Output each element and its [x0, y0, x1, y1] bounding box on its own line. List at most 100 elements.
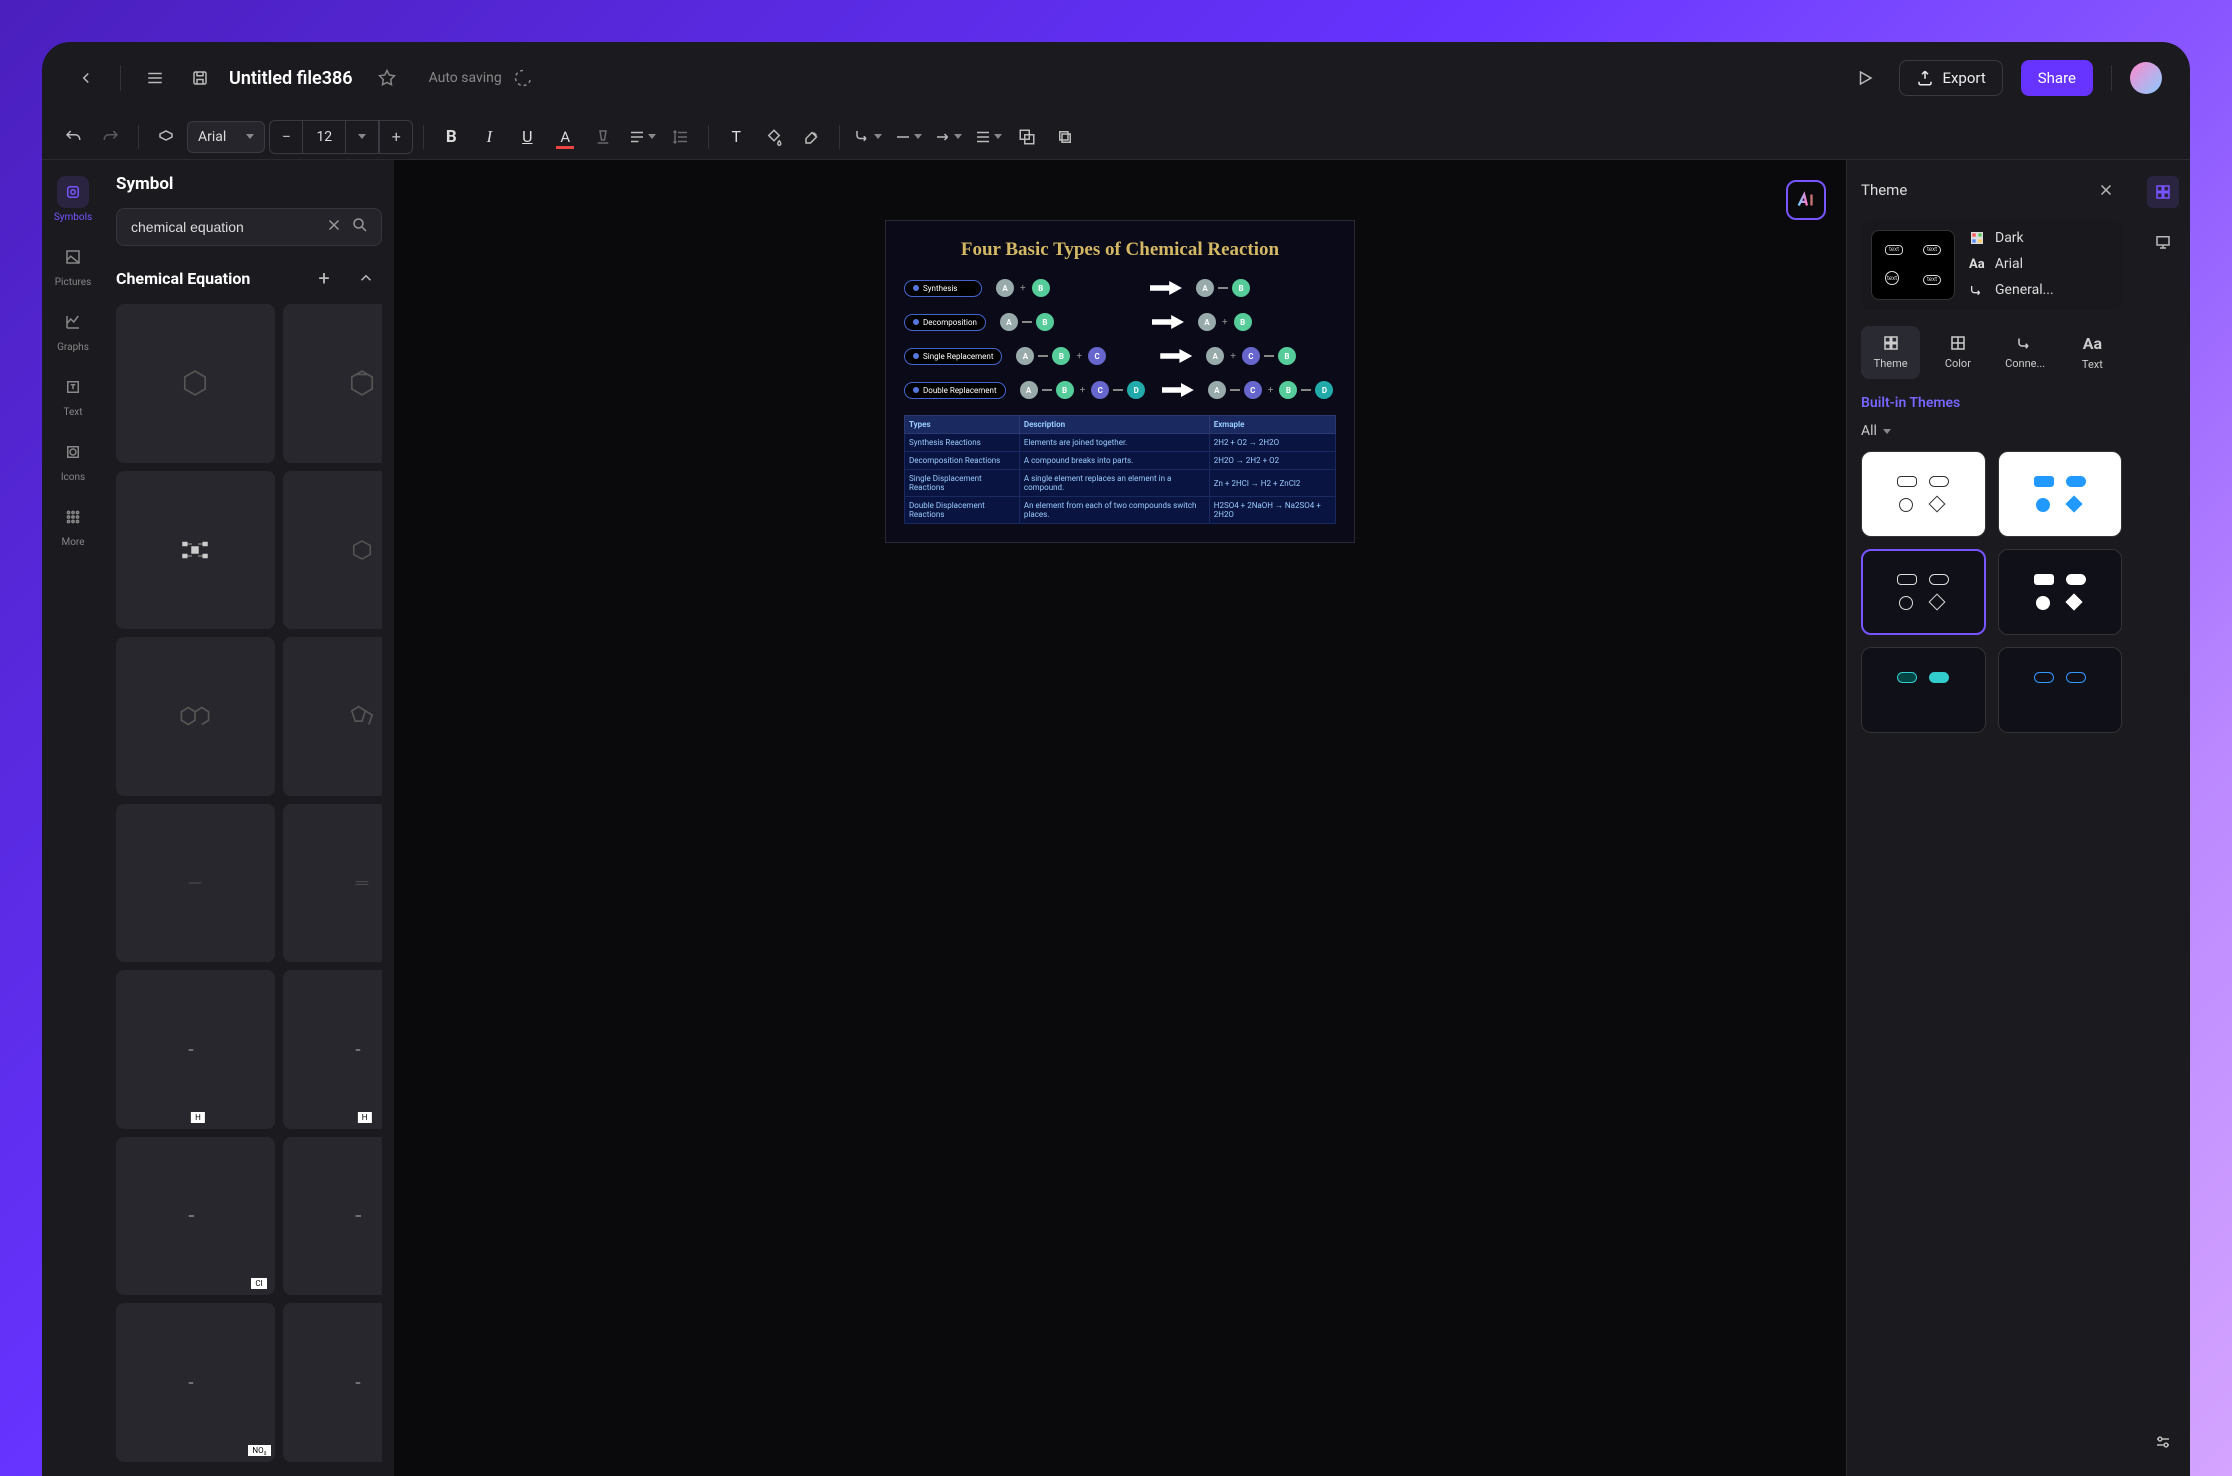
symbol-NO2[interactable]: NO₂	[116, 1303, 275, 1462]
settings-button[interactable]	[2147, 1426, 2179, 1458]
play-button[interactable]	[1849, 62, 1881, 94]
panel-title: Symbol	[116, 174, 382, 194]
line-height-button[interactable]	[664, 120, 698, 154]
theme-font: Arial	[1995, 256, 2023, 272]
underline-button[interactable]: U	[510, 120, 544, 154]
align-button[interactable]	[624, 120, 660, 154]
font-select[interactable]: Arial	[187, 121, 265, 153]
symbol-grid: CH3 H H O Cl I Br OH NO₂ NH₂ NH CH₃	[116, 304, 382, 1462]
rail-more[interactable]: More	[57, 501, 89, 548]
arrow-style-button[interactable]	[930, 120, 966, 154]
rail-text[interactable]: Text	[57, 371, 89, 418]
user-avatar[interactable]	[2130, 62, 2162, 94]
category-title: Chemical Equation	[116, 269, 250, 288]
redo-button[interactable]	[94, 120, 128, 154]
file-title: Untitled file386	[229, 68, 353, 89]
symbol-ring2[interactable]	[283, 637, 382, 796]
layers-button[interactable]	[1010, 120, 1044, 154]
format-painter-button[interactable]	[149, 120, 183, 154]
search-input[interactable]	[129, 218, 317, 236]
theme-dark-outline[interactable]	[1861, 549, 1986, 635]
theme-dark-filled[interactable]	[1998, 549, 2123, 635]
left-rail: Symbols Pictures Graphs Text Icons More	[42, 160, 104, 1476]
clear-icon[interactable]	[325, 216, 343, 238]
list-button[interactable]	[970, 120, 1006, 154]
text-tool-button[interactable]: T	[719, 120, 753, 154]
ai-badge[interactable]	[1786, 180, 1826, 220]
reaction-decomposition[interactable]: Decomposition AB A+B	[904, 313, 1336, 331]
symbol-ring1[interactable]	[116, 637, 275, 796]
theme-white-outline[interactable]	[1861, 451, 1986, 537]
highlight-button[interactable]	[795, 120, 829, 154]
document[interactable]: Four Basic Types of Chemical Reaction Sy…	[885, 220, 1355, 543]
share-button[interactable]: Share	[2021, 60, 2093, 96]
theme-panel-title: Theme	[1861, 181, 1907, 199]
decrease-size[interactable]: −	[269, 120, 303, 154]
reaction-single-replacement[interactable]: Single Replacement AB+C A+CB	[904, 347, 1336, 365]
symbol-panel: Symbol Chemical Equation + CH3 H H O Cl	[104, 160, 394, 1476]
menu-button[interactable]	[139, 62, 171, 94]
arrow-icon	[1160, 349, 1192, 363]
connector-button[interactable]	[850, 120, 886, 154]
favorite-button[interactable]	[371, 62, 403, 94]
symbol-hexagon[interactable]	[116, 304, 275, 463]
save-icon[interactable]	[189, 67, 211, 89]
builtin-themes-title: Built-in Themes	[1861, 395, 2122, 411]
export-button[interactable]: Export	[1899, 60, 2002, 96]
reactions-table: TypesDescriptionExmaple Synthesis Reacti…	[904, 415, 1336, 524]
symbol-hexagon3[interactable]	[283, 471, 382, 630]
tab-theme[interactable]: Theme	[1861, 326, 1920, 379]
theme-dark-teal[interactable]	[1861, 647, 1986, 733]
search-icon[interactable]	[351, 216, 369, 238]
symbol-structure2[interactable]	[116, 471, 275, 630]
fill-color-button[interactable]	[757, 120, 791, 154]
symbol-line1[interactable]	[116, 804, 275, 963]
tab-color[interactable]: Color	[1928, 326, 1987, 379]
theme-connector: General...	[1995, 282, 2054, 298]
tab-connector[interactable]: Conne...	[1996, 326, 2055, 379]
add-category-button[interactable]: +	[308, 262, 340, 294]
theme-filter[interactable]: All	[1861, 423, 2122, 439]
canvas[interactable]: Four Basic Types of Chemical Reaction Sy…	[394, 160, 1846, 1476]
tab-text[interactable]: AaText	[2063, 326, 2122, 379]
present-button[interactable]	[2147, 226, 2179, 258]
duplicate-button[interactable]	[1048, 120, 1082, 154]
symbol-search[interactable]	[116, 208, 382, 246]
rail-graphs[interactable]: Graphs	[57, 306, 89, 353]
italic-button[interactable]: I	[472, 120, 506, 154]
line-style-button[interactable]	[890, 120, 926, 154]
arrow-icon	[1152, 315, 1184, 329]
reaction-synthesis[interactable]: Synthesis A+B AB	[904, 279, 1336, 297]
theme-panel: Theme text text text text Dark AaArial G…	[1846, 160, 2136, 1476]
reaction-double-replacement[interactable]: Double Replacement AB+CD AC+BD	[904, 381, 1336, 399]
close-panel-button[interactable]	[2090, 174, 2122, 206]
font-size-stepper[interactable]: − 12 +	[269, 120, 413, 154]
collapse-button[interactable]	[350, 262, 382, 294]
symbol-I[interactable]: I	[283, 1137, 382, 1296]
apps-button[interactable]	[2147, 176, 2179, 208]
rail-icons[interactable]: Icons	[57, 436, 89, 483]
undo-button[interactable]	[56, 120, 90, 154]
autosave-status: Auto saving	[429, 69, 532, 87]
theme-name: Dark	[1995, 230, 2024, 246]
theme-white-blue[interactable]	[1998, 451, 2123, 537]
increase-size[interactable]: +	[379, 120, 413, 154]
text-style-button[interactable]	[586, 120, 620, 154]
current-theme-preview: text text text text Dark AaArial General…	[1861, 220, 2122, 310]
text-color-button[interactable]: A	[548, 120, 582, 154]
back-button[interactable]	[70, 62, 102, 94]
size-dropdown[interactable]	[345, 120, 379, 154]
rail-symbols[interactable]: Symbols	[54, 176, 92, 223]
symbol-Cl[interactable]: Cl	[116, 1137, 275, 1296]
symbol-H[interactable]: H	[116, 970, 275, 1129]
bold-button[interactable]: B	[434, 120, 468, 154]
symbol-hexagon2[interactable]	[283, 304, 382, 463]
symbol-H2[interactable]: H	[283, 970, 382, 1129]
doc-title: Four Basic Types of Chemical Reaction	[904, 239, 1336, 261]
theme-dark-blue[interactable]	[1998, 647, 2123, 733]
symbol-NH2[interactable]: NH₂	[283, 1303, 382, 1462]
symbol-line2[interactable]	[283, 804, 382, 963]
rail-pictures[interactable]: Pictures	[55, 241, 92, 288]
right-rail	[2136, 160, 2190, 1476]
theme-grid	[1861, 451, 2122, 733]
